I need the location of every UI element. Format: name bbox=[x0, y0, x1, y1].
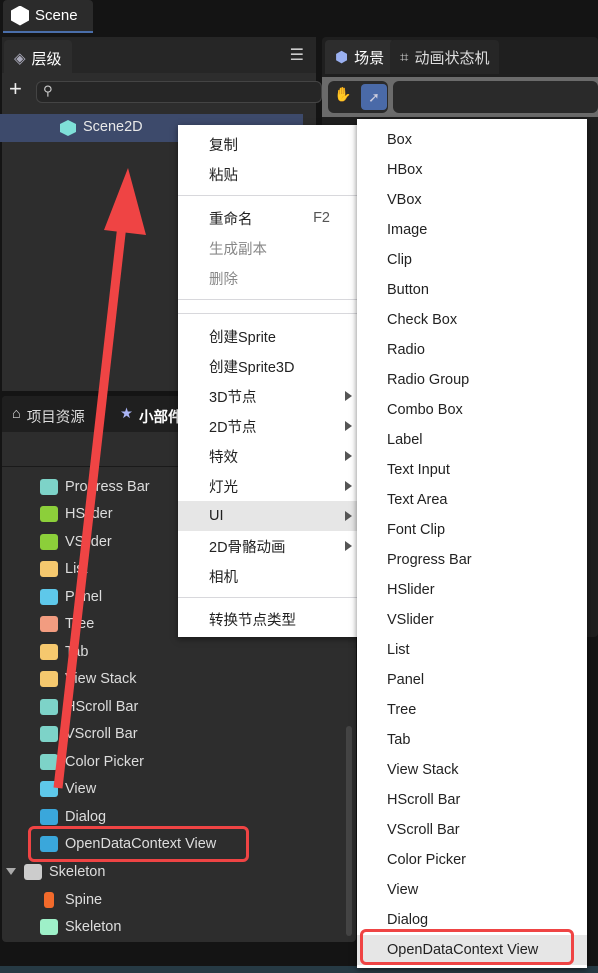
arrow-shaft bbox=[53, 224, 127, 789]
annotation-arrow bbox=[53, 168, 146, 789]
arrow-head bbox=[104, 168, 146, 235]
